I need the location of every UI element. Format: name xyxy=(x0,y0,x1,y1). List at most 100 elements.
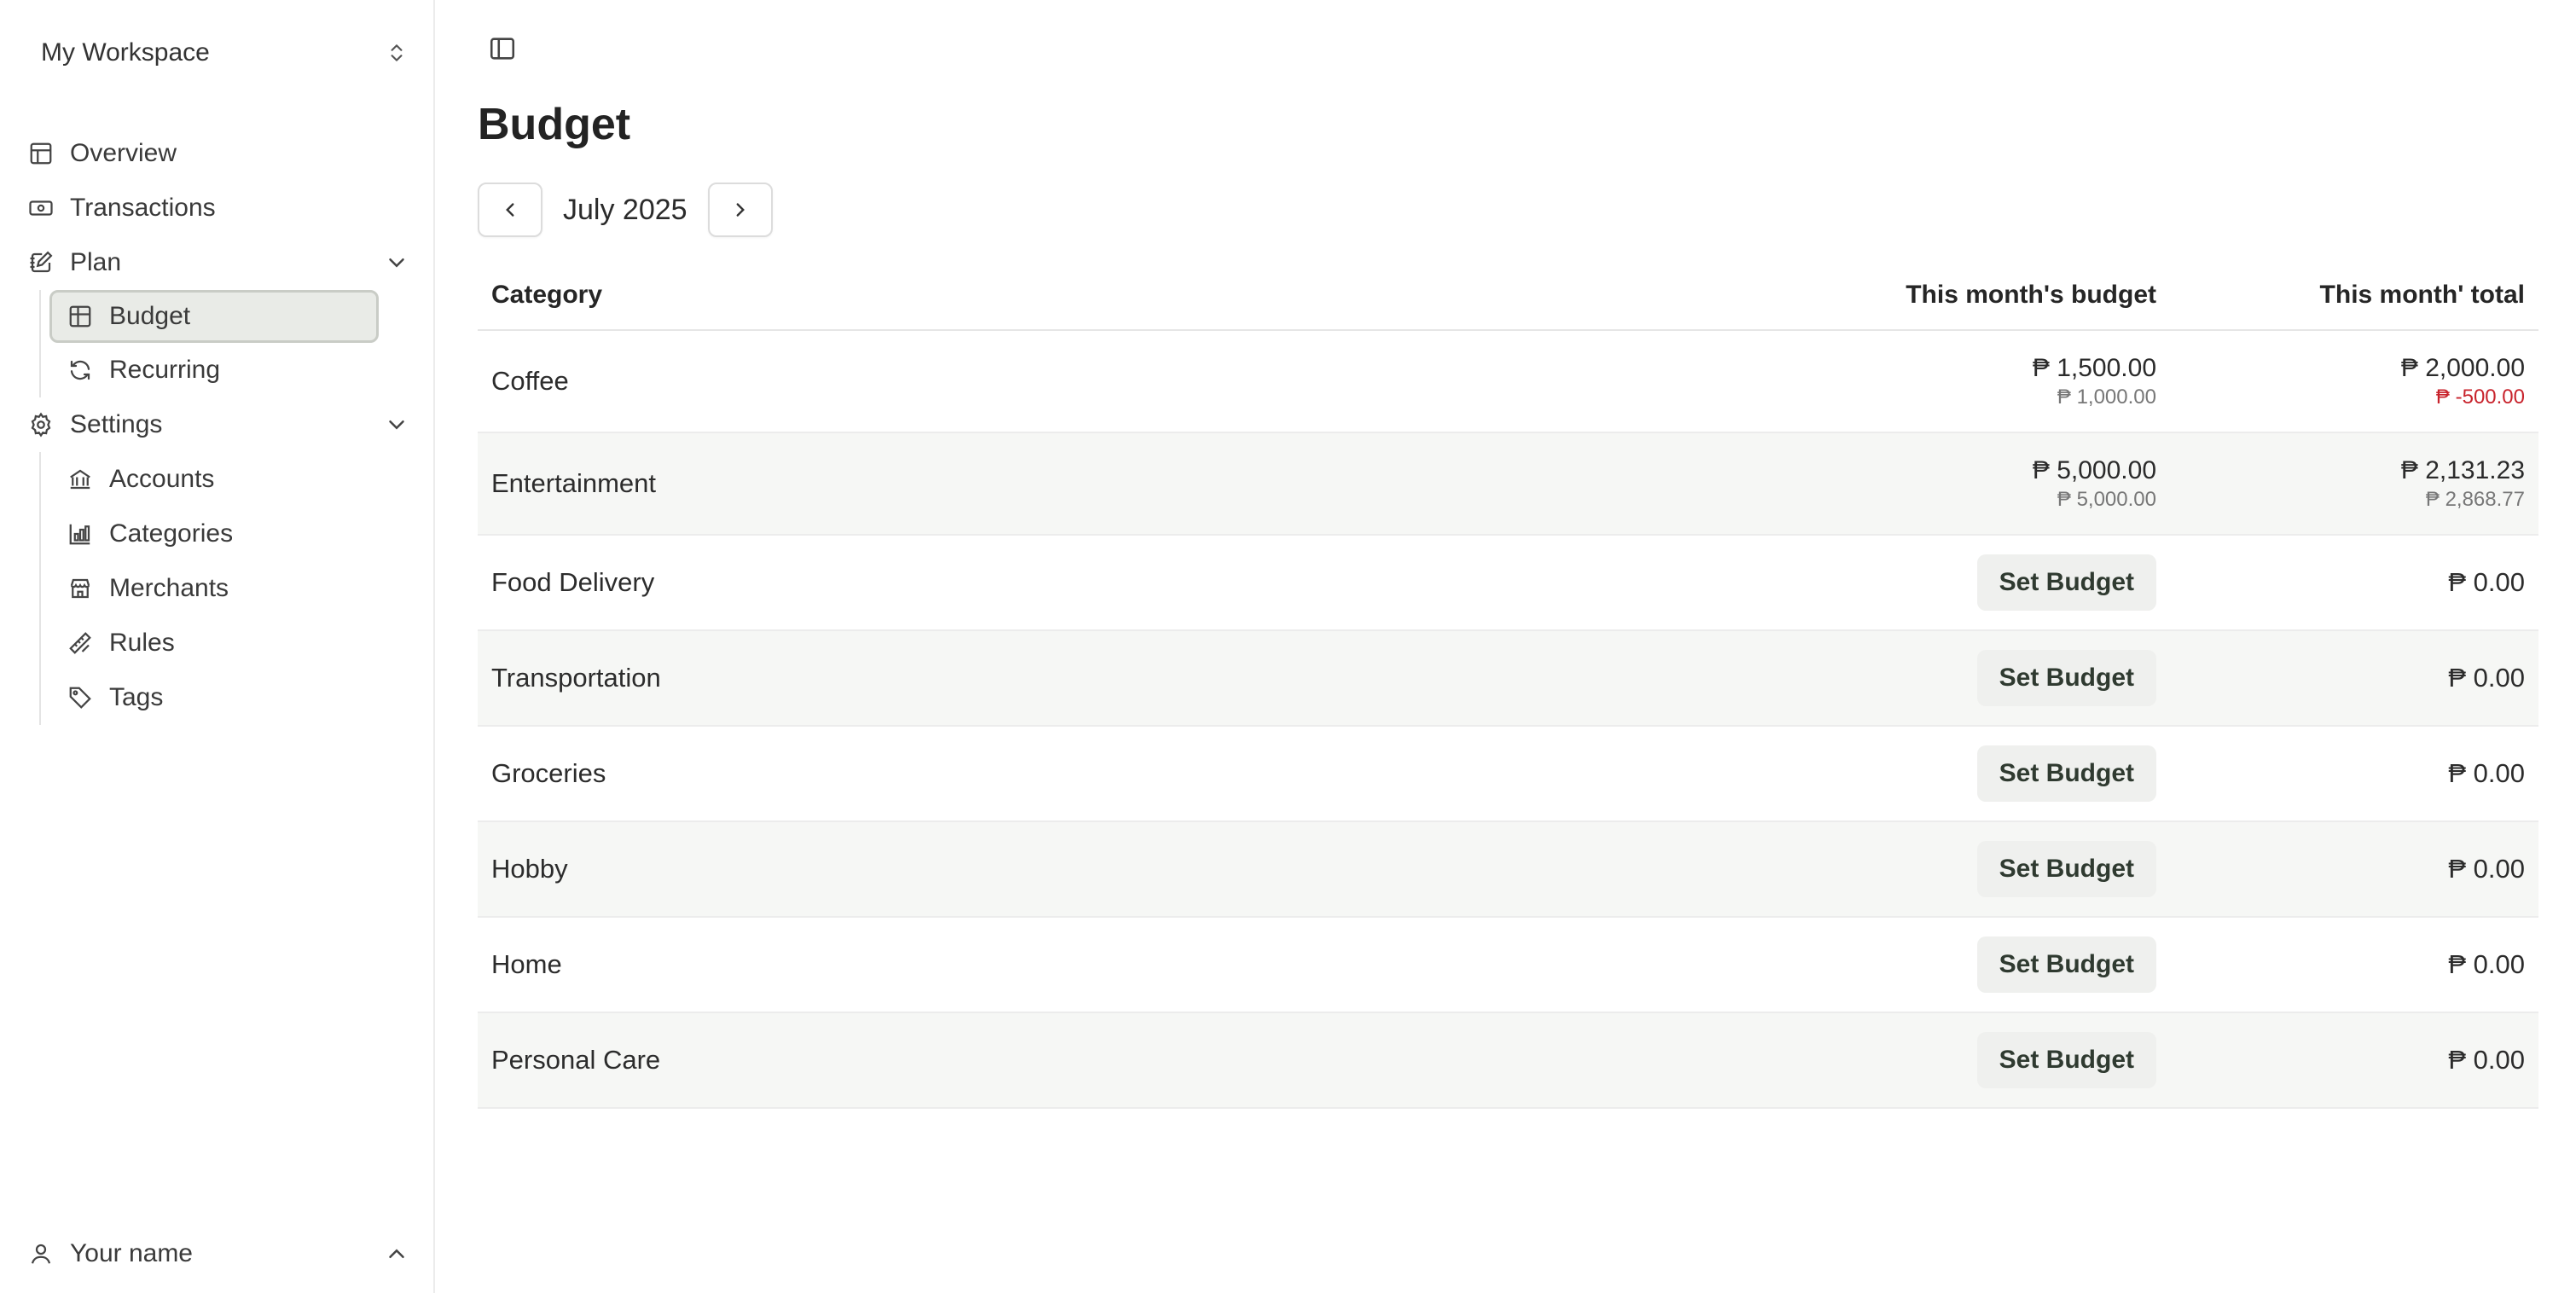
table-header-row: Category This month's budget This month'… xyxy=(478,261,2538,331)
sidebar-item-overview[interactable]: Overview xyxy=(27,126,409,181)
sidebar-item-transactions[interactable]: Transactions xyxy=(27,181,409,235)
user-name: Your name xyxy=(70,1239,193,1267)
sidebar-item-budget[interactable]: Budget xyxy=(49,290,379,343)
set-budget-button[interactable]: Set Budget xyxy=(1976,650,2156,706)
refresh-icon xyxy=(67,357,94,384)
sidebar: My Workspace Overview Transactions Plan … xyxy=(0,0,435,1293)
sidebar-nav: Overview Transactions Plan Budget Recurr… xyxy=(27,126,409,725)
total-amount: ₱ 0.00 xyxy=(2170,535,2538,631)
budget-cell[interactable]: ₱ 5,000.00 ₱ 5,000.00 xyxy=(1324,432,2170,536)
settings-submenu: Accounts Categories Merchants Rules Tags xyxy=(39,452,409,725)
prev-month-button[interactable] xyxy=(478,183,542,237)
sidebar-item-tags[interactable]: Tags xyxy=(67,670,409,725)
workspace-switcher[interactable]: My Workspace xyxy=(41,32,408,73)
table-row[interactable]: Hobby Set Budget ₱ 0.00 xyxy=(478,821,2538,918)
budget-amount: ₱ 5,000.00 xyxy=(2032,456,2156,484)
category-name: Hobby xyxy=(478,821,1324,918)
budget-cell[interactable]: ₱ 1,500.00 ₱ 1,000.00 xyxy=(1324,330,2170,433)
budget-previous-amount: ₱ 1,000.00 xyxy=(2057,386,2156,409)
sidebar-item-label: Accounts xyxy=(109,465,215,493)
sidebar-item-label: Budget xyxy=(109,302,191,330)
sidebar-toggle-icon[interactable] xyxy=(488,34,517,63)
budget-cell: Set Budget xyxy=(1324,630,2170,727)
next-month-button[interactable] xyxy=(707,183,773,237)
remaining-amount: ₱ -500.00 xyxy=(2435,386,2525,409)
set-budget-button[interactable]: Set Budget xyxy=(1976,1032,2156,1088)
sidebar-item-categories[interactable]: Categories xyxy=(67,507,409,561)
gear-icon xyxy=(27,411,55,438)
table-row[interactable]: Personal Care Set Budget ₱ 0.00 xyxy=(478,1012,2538,1109)
sidebar-item-label: Tags xyxy=(109,683,164,711)
budget-cell: Set Budget xyxy=(1324,726,2170,822)
set-budget-button[interactable]: Set Budget xyxy=(1976,841,2156,897)
set-budget-button[interactable]: Set Budget xyxy=(1976,745,2156,802)
budget-table: Category This month's budget This month'… xyxy=(478,261,2538,1109)
sidebar-item-label: Overview xyxy=(70,139,177,167)
category-name: Transportation xyxy=(478,630,1324,727)
banknote-icon xyxy=(27,194,55,222)
chevron-down-icon xyxy=(389,258,404,268)
tag-icon xyxy=(67,684,94,711)
total-amount: ₱ 2,131.23 xyxy=(2400,456,2525,484)
page-title: Budget xyxy=(478,100,631,149)
column-header-total: This month' total xyxy=(2170,261,2538,331)
category-name: Food Delivery xyxy=(478,535,1324,631)
chevron-down-icon xyxy=(389,420,404,430)
total-amount: ₱ 0.00 xyxy=(2170,630,2538,727)
sidebar-item-merchants[interactable]: Merchants xyxy=(67,561,409,616)
sidebar-item-label: Rules xyxy=(109,629,175,657)
chevron-up-down-icon xyxy=(391,44,403,61)
user-icon xyxy=(27,1240,55,1267)
sidebar-item-label: Categories xyxy=(109,519,234,548)
layout-icon xyxy=(27,140,55,167)
total-amount: ₱ 0.00 xyxy=(2170,726,2538,822)
table-row[interactable]: Coffee ₱ 1,500.00 ₱ 1,000.00 ₱ 2,000.00 … xyxy=(478,330,2538,433)
category-name: Coffee xyxy=(478,330,1324,433)
table-row[interactable]: Entertainment ₱ 5,000.00 ₱ 5,000.00 ₱ 2,… xyxy=(478,432,2538,536)
total-cell: ₱ 2,131.23 ₱ 2,868.77 xyxy=(2170,432,2538,536)
category-name: Home xyxy=(478,917,1324,1013)
table-row[interactable]: Home Set Budget ₱ 0.00 xyxy=(478,917,2538,1013)
bank-icon xyxy=(67,466,94,493)
chevron-right-icon xyxy=(736,203,745,217)
sidebar-item-label: Merchants xyxy=(109,574,229,602)
total-cell: ₱ 2,000.00 ₱ -500.00 xyxy=(2170,330,2538,433)
user-menu[interactable]: Your name xyxy=(27,1226,409,1281)
bar-chart-icon xyxy=(67,520,94,548)
column-header-category: Category xyxy=(478,261,1324,331)
budget-previous-amount: ₱ 5,000.00 xyxy=(2057,488,2156,511)
column-header-budget: This month's budget xyxy=(1324,261,2170,331)
month-navigator: July 2025 xyxy=(478,183,773,237)
set-budget-button[interactable]: Set Budget xyxy=(1976,554,2156,611)
total-amount: ₱ 2,000.00 xyxy=(2400,354,2525,382)
sidebar-item-plan[interactable]: Plan xyxy=(27,235,409,290)
chevron-up-icon xyxy=(389,1249,404,1258)
notebook-pen-icon xyxy=(27,249,55,276)
table-row[interactable]: Transportation Set Budget ₱ 0.00 xyxy=(478,630,2538,727)
sidebar-item-rules[interactable]: Rules xyxy=(67,616,409,670)
ruler-pen-icon xyxy=(67,629,94,657)
budget-amount: ₱ 1,500.00 xyxy=(2032,354,2156,382)
store-icon xyxy=(67,575,94,602)
budget-cell: Set Budget xyxy=(1324,821,2170,918)
sidebar-item-settings[interactable]: Settings xyxy=(27,397,409,452)
workspace-name: My Workspace xyxy=(41,38,210,67)
remaining-amount: ₱ 2,868.77 xyxy=(2425,488,2525,511)
table-row[interactable]: Food Delivery Set Budget ₱ 0.00 xyxy=(478,535,2538,631)
main-content: Budget July 2025 Category This month's b… xyxy=(435,0,2576,1293)
budget-cell: Set Budget xyxy=(1324,917,2170,1013)
category-name: Groceries xyxy=(478,726,1324,822)
budget-cell: Set Budget xyxy=(1324,535,2170,631)
table-row[interactable]: Groceries Set Budget ₱ 0.00 xyxy=(478,726,2538,822)
current-month: July 2025 xyxy=(563,193,688,226)
category-name: Personal Care xyxy=(478,1012,1324,1109)
total-amount: ₱ 0.00 xyxy=(2170,917,2538,1013)
category-name: Entertainment xyxy=(478,432,1324,536)
total-amount: ₱ 0.00 xyxy=(2170,1012,2538,1109)
sidebar-item-recurring[interactable]: Recurring xyxy=(67,343,409,397)
set-budget-button[interactable]: Set Budget xyxy=(1976,936,2156,993)
sidebar-item-accounts[interactable]: Accounts xyxy=(67,452,409,507)
sidebar-item-label: Recurring xyxy=(109,356,221,384)
chevron-left-icon xyxy=(506,203,514,217)
total-amount: ₱ 0.00 xyxy=(2170,821,2538,918)
